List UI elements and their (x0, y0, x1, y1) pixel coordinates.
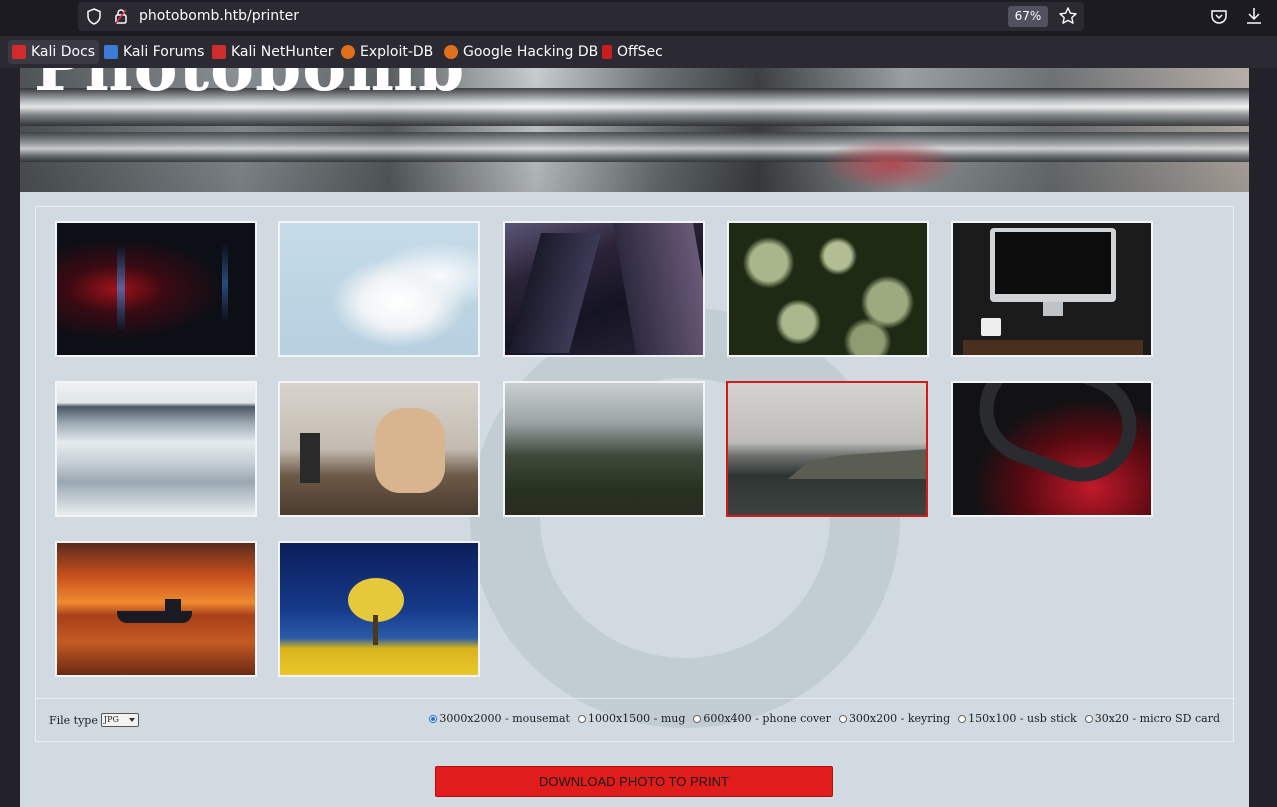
site-container: Photobomb (20, 68, 1249, 807)
bookmark-exploit-db[interactable]: Exploit-DB (337, 40, 437, 64)
building-shape (613, 223, 703, 355)
monitor-screen (995, 232, 1111, 294)
file-type-label: File type (49, 713, 98, 727)
page-viewport[interactable]: Photobomb (0, 68, 1277, 807)
guitar-body-shape (375, 408, 445, 493)
tracking-protection-shield-icon[interactable] (86, 8, 102, 25)
kali-forums-icon (104, 45, 118, 59)
photo-thumbnail-red-black-abstract-curves[interactable] (951, 381, 1153, 517)
printer-paper-image (820, 138, 960, 192)
bookmark-label: Kali Forums (123, 44, 205, 60)
photo-thumbnail-green-succulent-plants[interactable] (727, 221, 929, 357)
hero-banner: Photobomb (20, 68, 1249, 192)
dimension-option-150x100[interactable]: 150x100 - usb stick (958, 712, 1077, 725)
bookmarks-toolbar: Kali Docs Kali Forums Kali NetHunter Exp… (0, 36, 1277, 68)
printer-roller-image (20, 132, 1249, 162)
dimension-option-1000x1500[interactable]: 1000x1500 - mug (577, 712, 686, 725)
radio-button[interactable] (958, 714, 967, 723)
bookmark-offsec[interactable]: OffSec (598, 40, 667, 64)
photo-thumbnail-skyscrapers-night[interactable] (503, 221, 705, 357)
file-type-control: File type JPG (49, 713, 139, 727)
light-streak (117, 243, 125, 333)
radio-button[interactable] (577, 714, 586, 723)
photo-thumbnail-computer-desk[interactable] (951, 221, 1153, 357)
dimension-label: 600x400 - phone cover (703, 712, 831, 725)
zoom-level[interactable]: 67% (1008, 6, 1048, 27)
dimension-option-600x400[interactable]: 600x400 - phone cover (693, 712, 831, 725)
url-text[interactable]: photobomb.htb/printer (139, 8, 299, 24)
dimension-label: 1000x1500 - mug (587, 712, 686, 725)
url-bar[interactable]: photobomb.htb/printer 67% (78, 2, 1084, 31)
site-title: Photobomb (34, 68, 465, 106)
lock-icon[interactable] (114, 8, 128, 25)
radio-button[interactable] (693, 714, 702, 723)
bookmark-label: Google Hacking DB (463, 44, 599, 60)
light-streak (222, 243, 228, 323)
abstract-curve-shape (964, 383, 1151, 498)
building-shape (508, 233, 602, 353)
kali-nethunter-icon (212, 45, 226, 59)
dimension-label: 150x100 - usb stick (968, 712, 1077, 725)
download-photo-button[interactable]: DOWNLOAD PHOTO TO PRINT (435, 766, 833, 797)
photo-thumbnail-misty-coastline[interactable] (726, 381, 928, 517)
pocket-icon[interactable] (1209, 7, 1229, 27)
bookmark-kali-docs[interactable]: Kali Docs (8, 40, 100, 64)
dimension-option-300x200[interactable]: 300x200 - keyring (838, 712, 951, 725)
dimension-option-3000x2000[interactable]: 3000x2000 - mousemat (429, 712, 570, 725)
bookmark-label: OffSec (617, 44, 663, 60)
monitor-shape (990, 228, 1116, 302)
offsec-icon (602, 45, 612, 59)
dimension-label: 30x20 - micro SD card (1094, 712, 1220, 725)
google-hacking-db-icon (444, 45, 458, 59)
cliff-shape (788, 449, 926, 479)
bookmark-kali-forums[interactable]: Kali Forums (100, 40, 208, 64)
exploit-db-icon (341, 45, 355, 59)
photo-thumbnail-white-magnolia-blossoms[interactable] (278, 221, 480, 357)
radio-button[interactable] (1084, 714, 1093, 723)
bookmark-kali-nethunter[interactable]: Kali NetHunter (208, 40, 337, 64)
bookmark-label: Kali NetHunter (231, 44, 334, 60)
photo-thumbnail-greenhouse-palms[interactable] (503, 381, 705, 517)
radio-button[interactable] (838, 714, 847, 723)
photo-thumbnail-boat-at-sunset[interactable] (55, 541, 257, 677)
radio-button[interactable] (429, 714, 438, 723)
print-options: File type JPG 3000x2000 - mousemat 1000x… (35, 698, 1234, 742)
file-type-select[interactable]: JPG (100, 713, 139, 727)
dimension-option-30x20[interactable]: 30x20 - micro SD card (1084, 712, 1220, 725)
dimensions-radio-group: 3000x2000 - mousemat 1000x1500 - mug 600… (429, 712, 1220, 725)
photo-thumbnail-woodworking-guitar-bodies[interactable] (278, 381, 480, 517)
boat-cabin-shape (165, 599, 181, 611)
photo-thumbnail-icy-waterfall[interactable] (55, 381, 257, 517)
mug-shape (981, 318, 1001, 336)
browser-toolbar: photobomb.htb/printer 67% (0, 0, 1277, 36)
dimension-label: 3000x2000 - mousemat (439, 712, 570, 725)
boat-hull-shape (117, 611, 192, 623)
bookmark-google-hacking-db[interactable]: Google Hacking DB (440, 40, 602, 64)
photo-thumbnail-dark-red-blue-lights[interactable] (55, 221, 257, 357)
photo-thumbnail-yellow-tree-blue-sky[interactable] (278, 541, 480, 677)
tree-trunk-shape (373, 615, 378, 645)
monitor-stand (1043, 302, 1063, 316)
bookmark-label: Exploit-DB (360, 44, 434, 60)
downloads-icon[interactable] (1244, 6, 1264, 26)
bookmark-label: Kali Docs (31, 44, 96, 60)
dimension-label: 300x200 - keyring (848, 712, 951, 725)
drill-shape (300, 433, 320, 483)
bookmark-star-icon[interactable] (1058, 6, 1078, 26)
kali-docs-icon (12, 45, 26, 59)
desk-surface (963, 340, 1143, 355)
